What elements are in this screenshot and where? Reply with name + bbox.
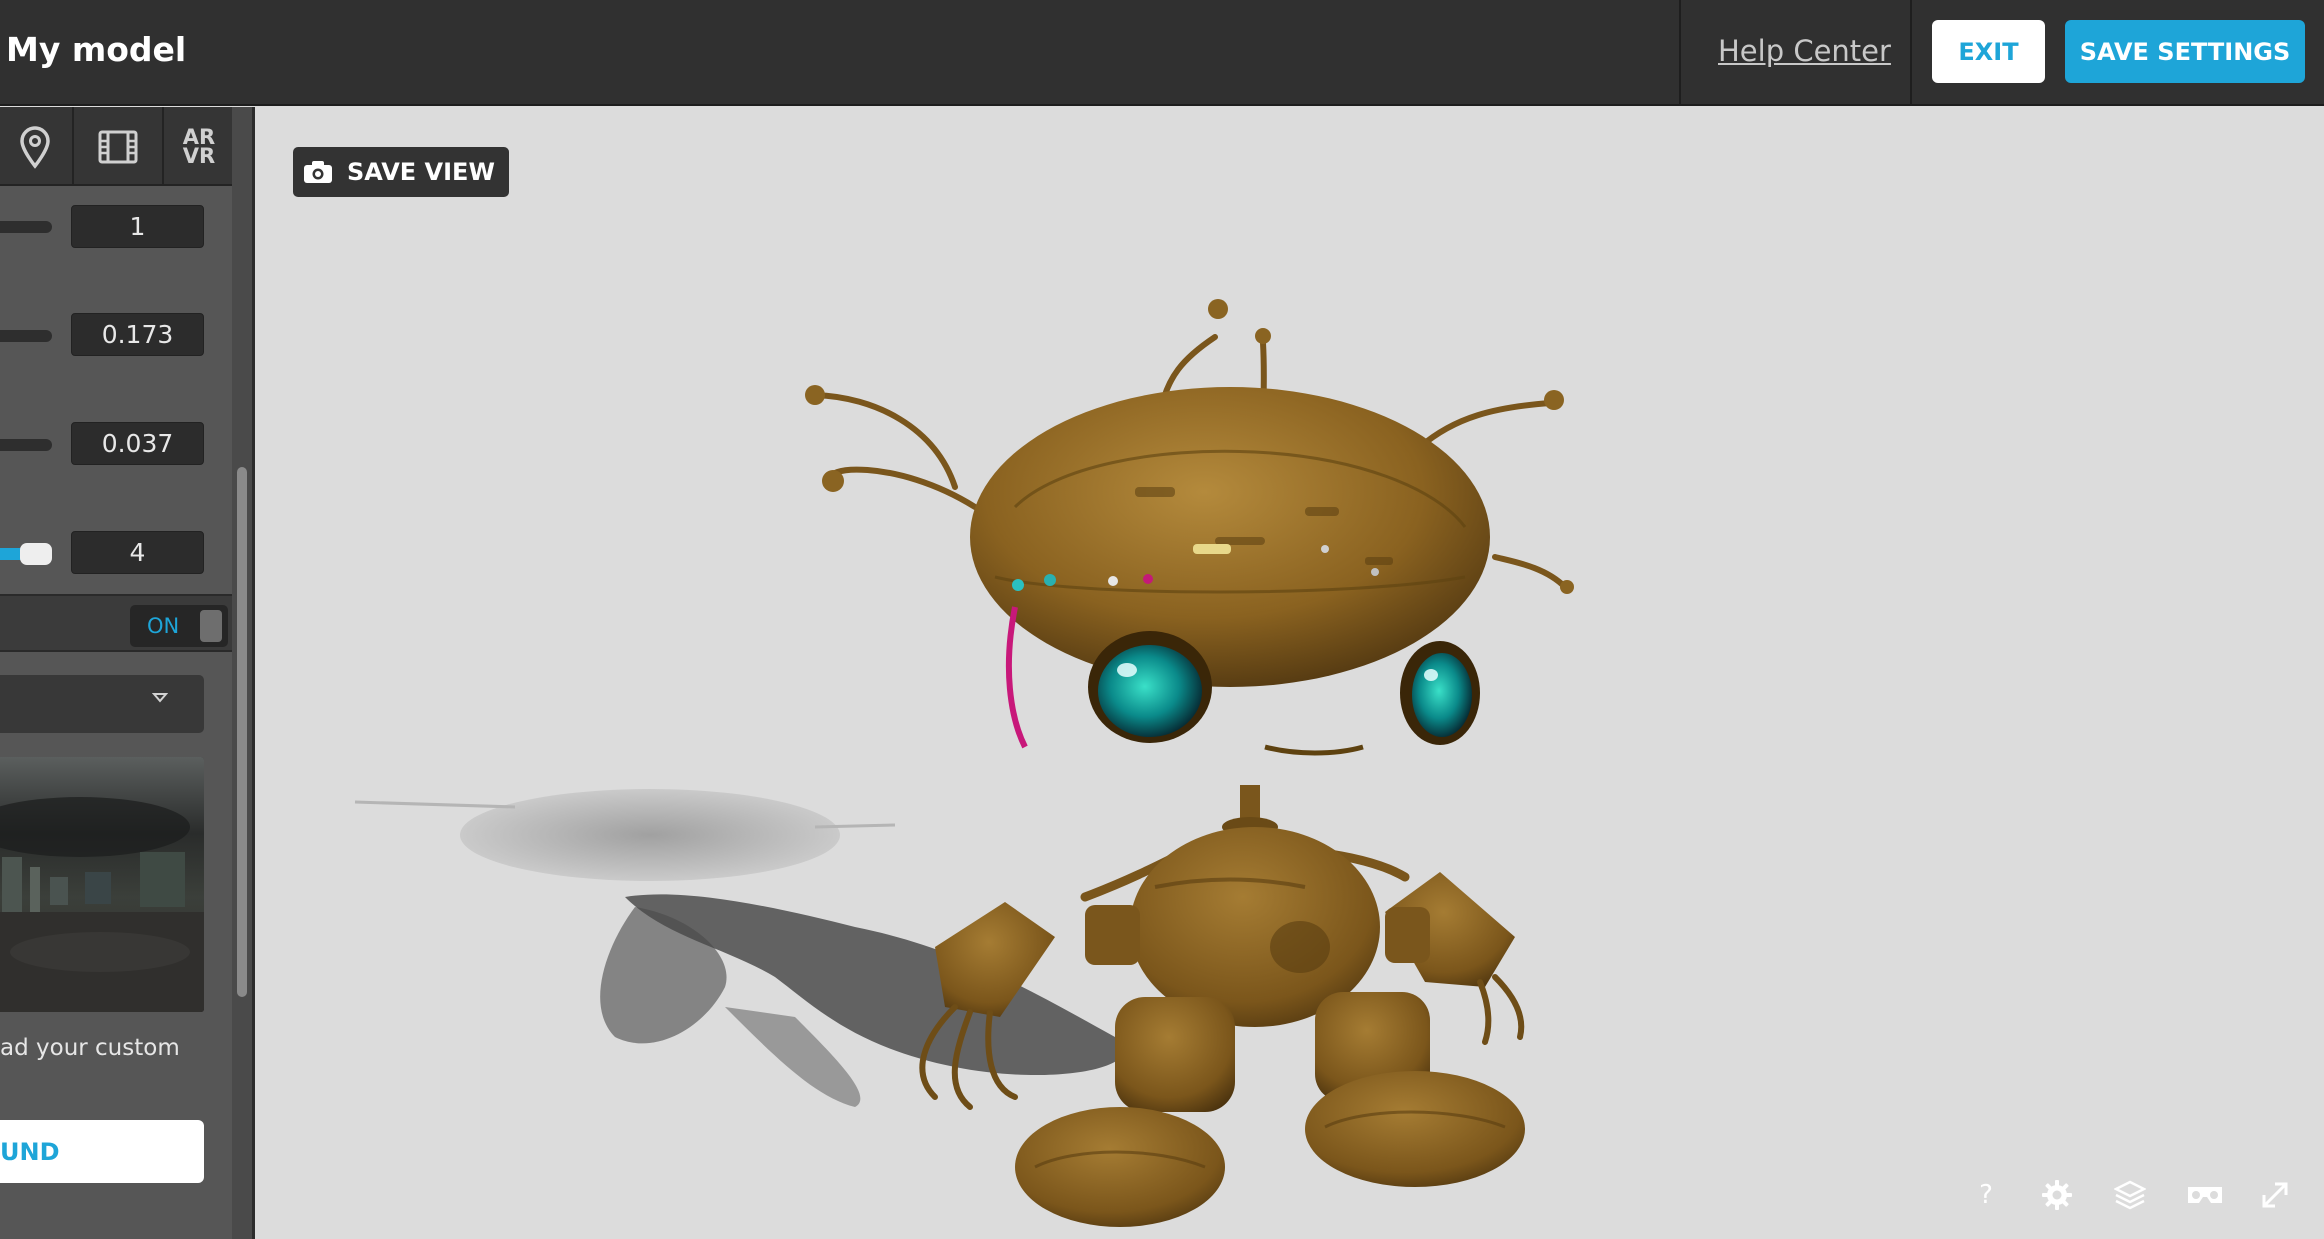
settings-icon[interactable] [2037,1175,2077,1215]
environment-dropdown[interactable] [0,675,204,733]
help-icon[interactable]: ? [1966,1175,2006,1215]
vr-headset-icon[interactable] [2181,1175,2229,1215]
slider-4-handle[interactable] [20,543,52,565]
upload-background-button[interactable]: UND [0,1120,204,1183]
app-root: My model Help Center EXIT SAVE SETTINGS [0,0,2324,1239]
top-bar: My model Help Center EXIT SAVE SETTINGS [0,0,2324,106]
slider-2-value[interactable]: 0.173 [71,313,204,356]
panel-scrollbar[interactable] [232,107,252,1239]
tab-annotations[interactable] [0,107,74,186]
header-divider [1679,0,1681,106]
film-icon [98,130,138,163]
svg-text:?: ? [1979,1181,1993,1209]
toggle-knob [200,610,222,642]
save-settings-button[interactable]: SAVE SETTINGS [2065,20,2305,83]
robot-3d-model[interactable] [255,107,2324,1239]
slider-4-value[interactable]: 4 [71,531,204,574]
slider-1[interactable] [0,221,52,233]
save-view-button[interactable]: SAVE VIEW [293,147,509,197]
header-divider [1910,0,1912,106]
slider-2[interactable] [0,330,52,342]
dropdown-arrow-icon [152,693,168,703]
camera-icon [304,161,332,183]
custom-background-hint: ad your custom [0,1035,180,1061]
scrollbar-thumb[interactable] [237,467,247,997]
help-center-link[interactable]: Help Center [1718,34,1891,68]
ar-vr-icon: AR VR [182,124,216,168]
slider-3[interactable] [0,439,52,451]
toggle-label: ON [147,614,180,638]
toggle-row: ON [0,594,232,652]
layers-icon[interactable] [2110,1175,2150,1215]
page-title: My model [6,30,187,69]
fullscreen-icon[interactable] [2255,1175,2295,1215]
slider-1-value[interactable]: 1 [71,205,204,248]
slider-3-value[interactable]: 0.037 [71,422,204,465]
exit-button[interactable]: EXIT [1932,20,2045,83]
tab-animation[interactable] [74,107,164,186]
on-off-toggle[interactable]: ON [130,605,228,647]
save-view-label: SAVE VIEW [347,158,495,186]
panel-tabs: AR VR [0,107,232,186]
environment-thumbnail[interactable] [0,757,204,1012]
map-pin-icon [20,125,50,169]
tab-ar-vr[interactable]: AR VR [164,107,234,186]
settings-panel: AR VR 1 0.173 0.037 4 ON ad your custom … [0,107,255,1239]
3d-viewport[interactable]: SAVE VIEW ? [255,107,2324,1239]
